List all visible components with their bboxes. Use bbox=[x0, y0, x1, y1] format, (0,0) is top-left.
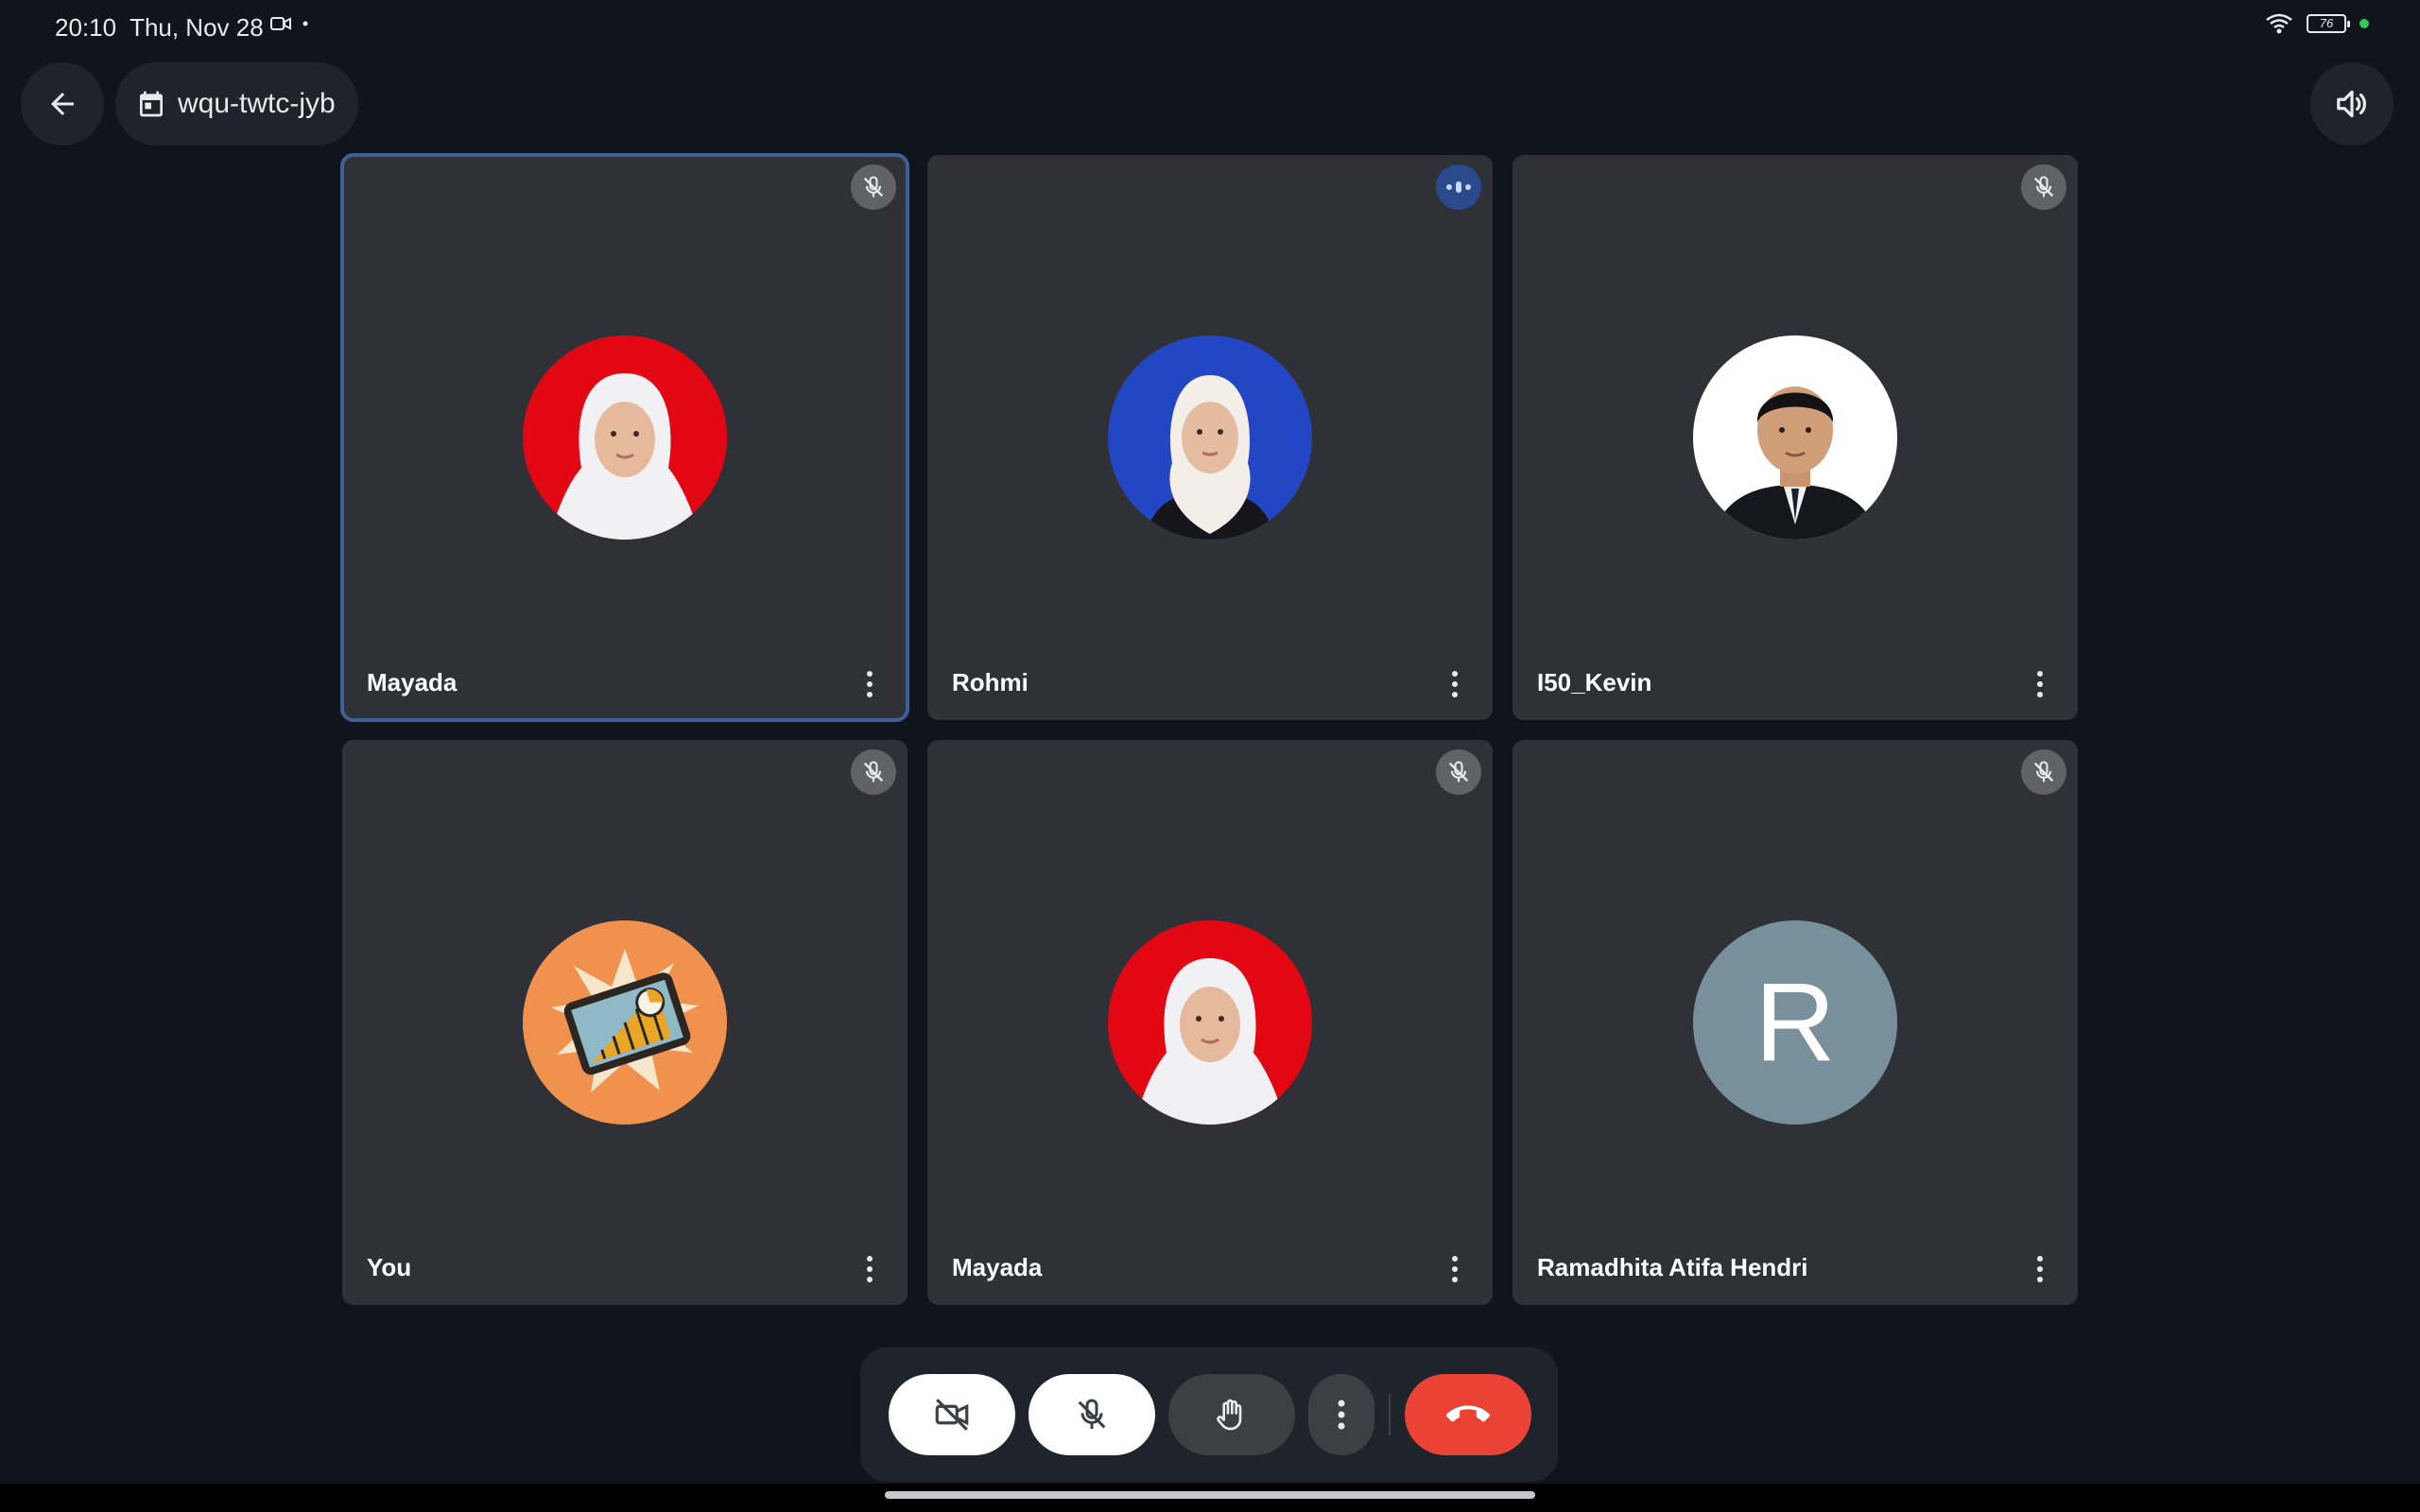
avatar bbox=[1108, 335, 1312, 540]
avatar bbox=[523, 335, 727, 540]
raise-hand-icon bbox=[1217, 1399, 1242, 1431]
participant-photo bbox=[1108, 920, 1312, 1125]
meeting-code: wqu-twtc-jyb bbox=[178, 88, 336, 119]
audio-output-button[interactable] bbox=[2310, 62, 2394, 146]
avatar: R bbox=[1693, 920, 1897, 1125]
video-recording-icon bbox=[270, 17, 291, 30]
mic-off-icon bbox=[863, 761, 884, 782]
more-options-button[interactable] bbox=[853, 1252, 887, 1286]
status-date: Thu, Nov 28 bbox=[130, 13, 264, 42]
participant-tile[interactable]: R Ramadhita Atifa Hendri bbox=[1512, 740, 2078, 1305]
dot-icon bbox=[302, 21, 308, 26]
muted-badge bbox=[851, 749, 896, 795]
speaker-icon bbox=[2337, 90, 2366, 118]
muted-badge bbox=[1436, 749, 1481, 795]
status-clock: 20:10 bbox=[55, 13, 117, 42]
mic-toggle-button[interactable] bbox=[1028, 1374, 1155, 1455]
mic-off-icon bbox=[863, 176, 884, 198]
participant-name: Mayada bbox=[367, 668, 458, 696]
status-bar: 20:10 Thu, Nov 28 76 bbox=[0, 0, 2420, 57]
privacy-dot-icon bbox=[2360, 19, 2369, 28]
battery-icon: 76 bbox=[2307, 14, 2350, 33]
muted-badge bbox=[2021, 749, 2066, 795]
participant-photo bbox=[523, 335, 727, 540]
more-actions-button[interactable] bbox=[1308, 1374, 1374, 1455]
camera-toggle-button[interactable] bbox=[889, 1374, 1015, 1455]
participant-photo bbox=[1693, 335, 1897, 540]
home-gesture-bar[interactable] bbox=[885, 1491, 1535, 1499]
back-button[interactable] bbox=[21, 62, 104, 146]
status-time: 20:10 Thu, Nov 28 bbox=[55, 13, 264, 43]
more-vert-icon bbox=[1338, 1400, 1345, 1430]
battery-level: 76 bbox=[2319, 16, 2334, 30]
more-options-button[interactable] bbox=[2023, 1252, 2057, 1286]
meeting-info-chip[interactable]: wqu-twtc-jyb bbox=[115, 62, 358, 146]
end-call-icon bbox=[1446, 1405, 1490, 1422]
raise-hand-button[interactable] bbox=[1168, 1374, 1295, 1455]
audio-level-icon bbox=[1446, 181, 1471, 193]
more-options-button[interactable] bbox=[1438, 667, 1472, 701]
status-left-icons bbox=[270, 15, 308, 32]
muted-badge bbox=[851, 164, 896, 210]
wifi-icon bbox=[2266, 13, 2292, 34]
participant-tile[interactable]: Mayada bbox=[340, 153, 909, 722]
participant-tile[interactable]: Mayada bbox=[927, 740, 1493, 1305]
mic-off-icon bbox=[2033, 761, 2054, 782]
camera-off-icon bbox=[935, 1399, 969, 1431]
letter-avatar: R bbox=[1693, 920, 1897, 1125]
participant-name: Mayada bbox=[952, 1253, 1043, 1281]
mic-off-icon bbox=[1078, 1399, 1106, 1429]
participant-tile[interactable]: Rohmi bbox=[927, 155, 1493, 720]
participant-photo bbox=[1108, 335, 1312, 540]
controls-divider bbox=[1389, 1394, 1391, 1435]
more-options-button[interactable] bbox=[2023, 667, 2057, 701]
more-options-button[interactable] bbox=[853, 667, 887, 701]
status-right-icons: 76 bbox=[2265, 13, 2369, 34]
participant-grid: Mayada Rohmi I50_Kevin You Mayada R Rama… bbox=[340, 153, 2078, 1305]
mic-off-icon bbox=[2033, 176, 2054, 198]
participant-name: You bbox=[367, 1253, 412, 1281]
participant-illustration bbox=[523, 920, 727, 1125]
back-arrow-icon bbox=[51, 93, 74, 115]
mic-off-icon bbox=[1448, 761, 1469, 782]
participant-name: I50_Kevin bbox=[1537, 668, 1652, 696]
avatar bbox=[523, 920, 727, 1125]
avatar bbox=[1693, 335, 1897, 540]
participant-tile[interactable]: I50_Kevin bbox=[1512, 155, 2078, 720]
participant-name: Ramadhita Atifa Hendri bbox=[1537, 1253, 1808, 1281]
call-controls bbox=[860, 1348, 1558, 1482]
participant-name: Rohmi bbox=[952, 668, 1028, 696]
end-call-button[interactable] bbox=[1405, 1374, 1531, 1455]
avatar bbox=[1108, 920, 1312, 1125]
more-options-button[interactable] bbox=[1438, 1252, 1472, 1286]
calendar-icon bbox=[140, 91, 163, 117]
participant-tile[interactable]: You bbox=[342, 740, 908, 1305]
speaking-badge bbox=[1436, 164, 1481, 210]
muted-badge bbox=[2021, 164, 2066, 210]
